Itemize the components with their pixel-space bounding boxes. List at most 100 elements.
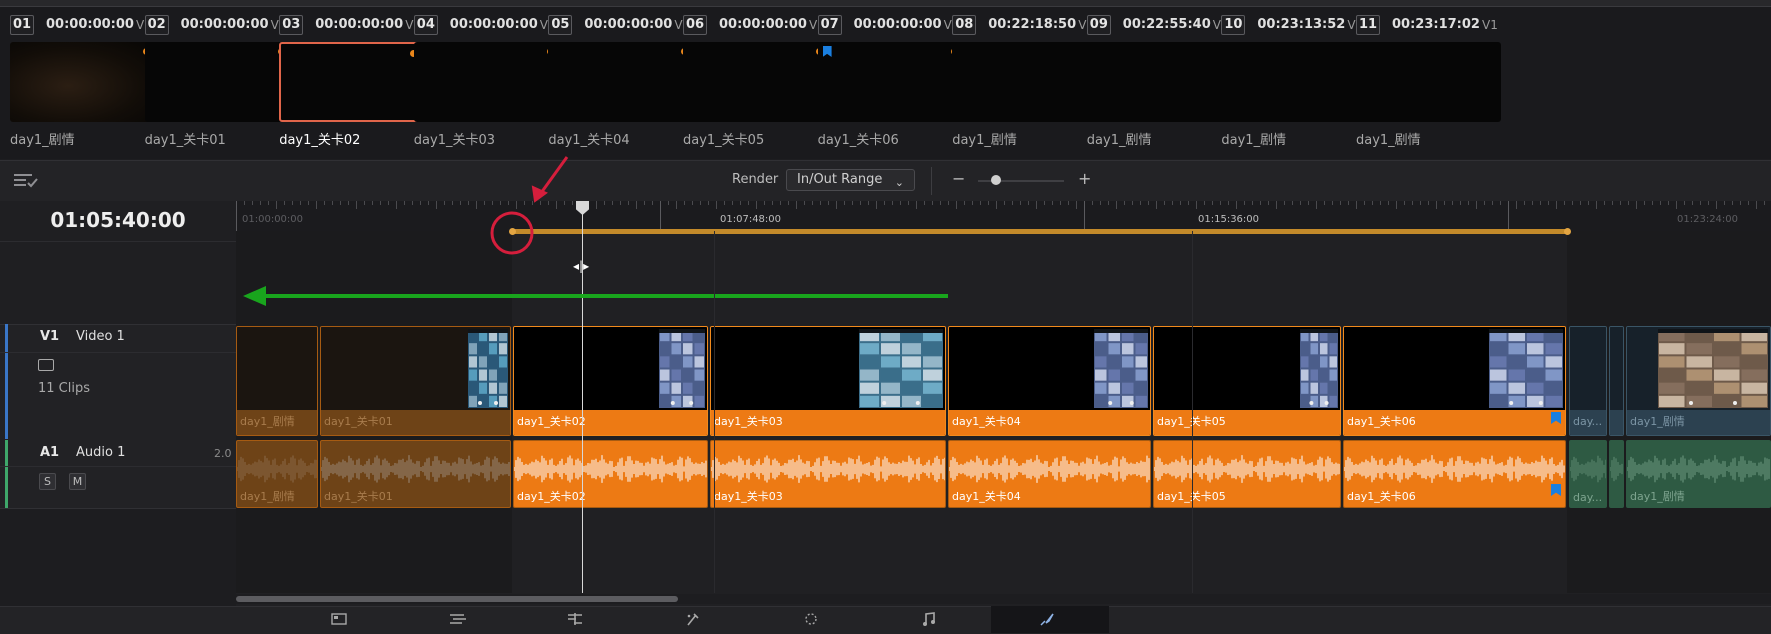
audio-clip[interactable]: day1_剧情 [1626,440,1771,508]
zoom-out-button[interactable]: − [952,169,965,188]
video-clip[interactable]: day1_关卡05 [1153,326,1341,436]
clip-thumbnail[interactable] [1221,42,1367,122]
ruler-tick [1396,201,1397,209]
video-clip[interactable]: day1_关卡03 [710,326,946,436]
ruler-tick [1676,201,1677,209]
audio-clip[interactable]: day1_关卡03 [710,440,946,508]
clip-thumbnail[interactable] [1356,42,1501,122]
video-clip[interactable]: day1_关卡01 [320,326,511,436]
mute-button[interactable]: M [69,473,86,490]
timeline-scrollbar-thumb[interactable] [236,596,678,602]
page-tab-edit[interactable] [519,606,637,633]
ruler-tick [892,201,893,205]
clip-thumbnail[interactable] [817,42,963,122]
solo-button[interactable]: S [39,473,56,490]
in-out-range-bar[interactable] [512,229,1567,234]
page-tab-fairlight[interactable] [873,606,991,633]
video-clip[interactable]: day... [1569,326,1607,436]
ruler-tick [1292,201,1293,205]
current-timecode[interactable]: 01:05:40:00 [0,208,236,232]
ruler-tick [1100,201,1101,205]
ruler-tick [868,201,869,205]
ruler-tick [1580,201,1581,205]
ruler-tick [500,201,501,205]
clip-thumbnail[interactable] [10,42,155,122]
out-point-handle[interactable] [1564,228,1571,235]
clip-timecode: 00:00:00:00 [46,17,134,32]
video-track-name[interactable]: Video 1 [76,329,125,344]
audio-clip[interactable]: day1_关卡04 [948,440,1151,508]
clip-thumbnail[interactable] [548,42,694,122]
clip-card[interactable]: 0500:00:00:00V1day1_关卡04 [546,7,696,157]
render-label: Render [732,172,779,187]
ruler-tick [556,201,557,209]
audio-track-header-divider [0,466,236,467]
clip-thumbnail[interactable] [279,42,425,122]
clip-card[interactable]: 0300:00:00:00V1day1_关卡02 [277,7,427,157]
clip-card[interactable]: 0400:00:00:00V1day1_关卡03 [412,7,562,157]
clip-thumbnail[interactable] [1086,42,1232,122]
audio-clip-label: day1_剧情 [1630,490,1685,503]
clip-thumbnail[interactable] [413,42,559,122]
video-clip[interactable] [1609,326,1624,436]
clip-frame-image [1658,329,1768,408]
clip-frame [1154,327,1340,410]
render-range-dropdown[interactable]: In/Out Range ⌄ [786,169,915,191]
clip-card[interactable]: 0200:00:00:00V1day1_关卡01 [143,7,293,157]
ruler-tick [1212,201,1213,205]
video-clip[interactable]: day1_关卡04 [948,326,1151,436]
ruler-tick [316,201,317,209]
audio-waveform [1570,455,1606,483]
page-tab-media[interactable] [283,606,401,633]
audio-clip[interactable]: day... [1569,440,1607,508]
ruler-tick [1028,201,1029,205]
ruler-tick [1300,201,1301,205]
ruler-tick [492,201,493,205]
ruler-tick [756,201,757,209]
audio-clip[interactable]: day1_关卡01 [320,440,511,508]
zoom-slider-handle[interactable] [991,175,1001,185]
clip-card[interactable]: 0800:22:18:50V1day1_剧情 [950,7,1100,157]
ruler-tick [1148,201,1149,205]
audio-clip[interactable]: day1_剧情 [236,440,318,508]
audio-clip[interactable]: day1_关卡02 [513,440,708,508]
video-clip[interactable]: day1_剧情 [236,326,318,436]
ruler-tick [596,201,597,209]
ruler-tick [268,201,269,205]
timeline-options-icon[interactable] [14,173,40,189]
clip-card[interactable]: 11 00:23:17:02 V1 day1_剧情 [1354,7,1504,157]
clip-card[interactable]: 0700:00:00:00V1day1_关卡06 [816,7,966,157]
page-tab-color[interactable] [755,606,873,633]
video-clip[interactable]: day1_关卡02 [513,326,708,436]
audio-clip[interactable]: day1_关卡05 [1153,440,1341,508]
page-tab-deliver[interactable] [991,606,1109,633]
video-clip[interactable]: day1_关卡06 [1343,326,1566,436]
marker-icon [822,46,832,57]
in-point-handle[interactable] [509,228,516,235]
clip-card[interactable]: 06 00:00:00:00 V1 day1_关卡05 [681,7,831,157]
clip-card[interactable]: 0900:22:55:40V1day1_剧情 [1085,7,1235,157]
audio-clip[interactable]: day1_关卡06 [1343,440,1566,508]
clip-thumbnail[interactable] [144,42,290,122]
audio-waveform [1344,455,1565,483]
audio-waveform [1627,455,1770,483]
ruler-timecode-label: 01:07:48:00 [720,214,782,225]
clip-card[interactable]: 1000:23:13:52V1day1_剧情 [1219,7,1369,157]
clip-timecode: 00:00:00:00 [449,17,538,32]
ruler-tick [1092,201,1093,205]
clip-card[interactable]: 01 00:00:00:00 V1 day1_剧情 [8,7,158,157]
ruler-tick [380,201,381,205]
zoom-in-button[interactable]: + [1078,169,1091,188]
ruler-tick [1708,201,1709,205]
video-clip[interactable]: day1_剧情 [1626,326,1771,436]
clip-thumbnail[interactable] [683,42,828,122]
clip-thumbnail[interactable] [952,42,1098,122]
audio-track-name[interactable]: Audio 1 [76,445,125,460]
page-tab-cut[interactable] [401,606,519,633]
audio-clip[interactable] [1609,440,1624,508]
timeline-ruler[interactable]: 01:00:00:00 01:07:48:00 01:15:36:00 01:23:2… [236,201,1771,231]
clip-timecode: 00:22:55:40 [1122,17,1211,32]
page-tab-fusion[interactable] [637,606,755,633]
ruler-tick [1724,201,1725,205]
ruler-tick [348,201,349,205]
